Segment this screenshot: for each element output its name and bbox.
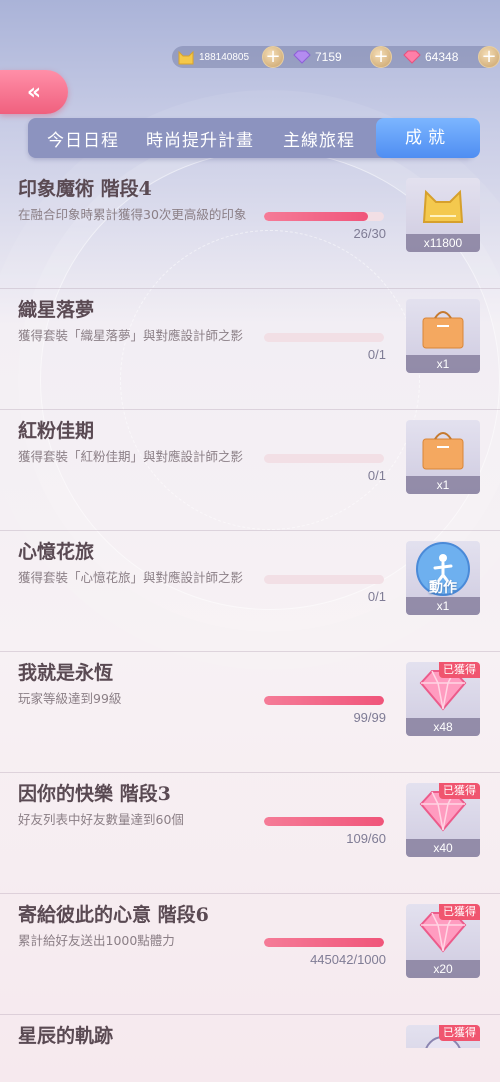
achievement-row[interactable]: 紅粉佳期 獲得套裝「紅粉佳期」與對應設計師之影 0/1 x1 <box>0 410 500 531</box>
progress-bar <box>264 817 384 826</box>
progress-fill <box>264 938 384 947</box>
reward-item[interactable]: x48 已獲得 <box>406 662 480 736</box>
progress-count: 99/99 <box>353 710 386 725</box>
gold-cat-coin-icon <box>406 178 480 234</box>
pink-diamond-currency: 64348 + <box>398 46 500 68</box>
reward-quantity: x48 <box>406 718 480 736</box>
progress-bar <box>264 938 384 947</box>
achievement-description: 累計給好友送出1000點體力 <box>18 933 175 948</box>
achievement-row[interactable]: 寄給彼此的心意 階段6 累計給好友送出1000點體力 445042/1000 x… <box>0 894 500 1015</box>
progress-count: 445042/1000 <box>310 952 386 967</box>
reward-quantity: x1 <box>406 355 480 373</box>
achievement-row[interactable]: 星辰的軌跡 已獲得 <box>0 1015 500 1048</box>
progress-bar <box>264 333 384 342</box>
achievement-description: 玩家等級達到99級 <box>18 691 122 706</box>
back-arrow-icon: « <box>26 79 42 105</box>
reward-quantity: x1 <box>406 597 480 615</box>
progress-bar <box>264 212 384 221</box>
currency-bar: 188140805 + 7159 + 64348 + <box>172 46 500 68</box>
reward-label: 動作 <box>429 580 457 596</box>
progress-count: 26/30 <box>353 226 386 241</box>
achievement-row[interactable]: 我就是永恆 玩家等級達到99級 99/99 x48 已獲得 <box>0 652 500 773</box>
tab-main-journey[interactable]: 主線旅程 <box>262 126 376 151</box>
achievement-title: 星辰的軌跡 <box>18 1025 114 1047</box>
progress-fill <box>264 817 384 826</box>
achievement-description: 獲得套裝「織星落夢」與對應設計師之影 <box>18 328 244 343</box>
gold-currency: 188140805 + <box>172 46 284 68</box>
achievement-title: 寄給彼此的心意 階段6 <box>18 904 209 926</box>
obtained-badge: 已獲得 <box>439 904 480 920</box>
achievement-title: 心憶花旅 <box>18 541 95 563</box>
add-gold-button[interactable]: + <box>262 46 284 68</box>
tab-fashion-plan[interactable]: 時尚提升計畫 <box>138 126 262 151</box>
obtained-badge: 已獲得 <box>439 783 480 799</box>
achievement-title: 紅粉佳期 <box>18 420 95 442</box>
reward-item[interactable]: 已獲得 <box>406 1025 480 1048</box>
reward-item[interactable]: x20 已獲得 <box>406 904 480 978</box>
progress-bar <box>264 696 384 705</box>
achievement-row[interactable]: 織星落夢 獲得套裝「織星落夢」與對應設計師之影 0/1 x1 <box>0 289 500 410</box>
add-purple-diamond-button[interactable]: + <box>370 46 392 68</box>
add-pink-diamond-button[interactable]: + <box>478 46 500 68</box>
obtained-badge: 已獲得 <box>439 662 480 678</box>
tab-daily-schedule[interactable]: 今日日程 <box>28 126 138 151</box>
pink-diamond-value: 64348 <box>425 50 459 64</box>
achievement-list[interactable]: 印象魔術 階段4 在融合印象時累計獲得30次更高級的印象 26/30 x1180… <box>0 168 500 1048</box>
tab-achievements[interactable]: 成就 <box>376 118 480 158</box>
achievement-row[interactable]: 心憶花旅 獲得套裝「心憶花旅」與對應設計師之影 0/1 動作 x1 <box>0 531 500 652</box>
achievement-description: 好友列表中好友數量達到60個 <box>18 812 184 827</box>
pink-diamond-icon <box>402 47 422 67</box>
achievement-row[interactable]: 印象魔術 階段4 在融合印象時累計獲得30次更高級的印象 26/30 x1180… <box>0 168 500 289</box>
gift-bag-icon <box>406 299 480 355</box>
reward-quantity: x40 <box>406 839 480 857</box>
progress-count: 109/60 <box>346 831 386 846</box>
gift-bag-icon <box>406 420 480 476</box>
tab-bar: 今日日程 時尚提升計畫 主線旅程 成就 <box>28 118 480 158</box>
gold-value: 188140805 <box>199 51 250 63</box>
progress-fill <box>264 696 384 705</box>
purple-diamond-currency: 7159 + <box>288 46 392 68</box>
cat-coin-icon <box>176 47 196 67</box>
reward-item[interactable]: x11800 <box>406 178 480 252</box>
achievement-description: 獲得套裝「紅粉佳期」與對應設計師之影 <box>18 449 244 464</box>
progress-fill <box>264 212 369 221</box>
achievement-title: 因你的快樂 階段3 <box>18 783 171 805</box>
progress-count: 0/1 <box>367 589 386 604</box>
reward-quantity: x1 <box>406 476 480 494</box>
reward-quantity: x11800 <box>406 234 480 252</box>
achievement-row[interactable]: 因你的快樂 階段3 好友列表中好友數量達到60個 109/60 x40 已獲得 <box>0 773 500 894</box>
achievement-description: 獲得套裝「心憶花旅」與對應設計師之影 <box>18 570 244 585</box>
progress-count: 0/1 <box>367 468 386 483</box>
achievement-title: 織星落夢 <box>18 299 95 321</box>
obtained-badge: 已獲得 <box>439 1025 480 1041</box>
reward-item[interactable]: x1 <box>406 299 480 373</box>
reward-item[interactable]: 動作 x1 <box>406 541 480 615</box>
reward-item[interactable]: x1 <box>406 420 480 494</box>
purple-diamond-icon <box>292 47 312 67</box>
progress-bar <box>264 575 384 584</box>
back-button[interactable]: « <box>0 70 68 114</box>
achievement-title: 印象魔術 階段4 <box>18 178 152 200</box>
achievement-title: 我就是永恆 <box>18 662 114 684</box>
achievement-description: 在融合印象時累計獲得30次更高級的印象 <box>18 207 247 222</box>
progress-count: 0/1 <box>367 347 386 362</box>
progress-bar <box>264 454 384 463</box>
reward-item[interactable]: x40 已獲得 <box>406 783 480 857</box>
reward-quantity: x20 <box>406 960 480 978</box>
purple-diamond-value: 7159 <box>315 50 342 64</box>
